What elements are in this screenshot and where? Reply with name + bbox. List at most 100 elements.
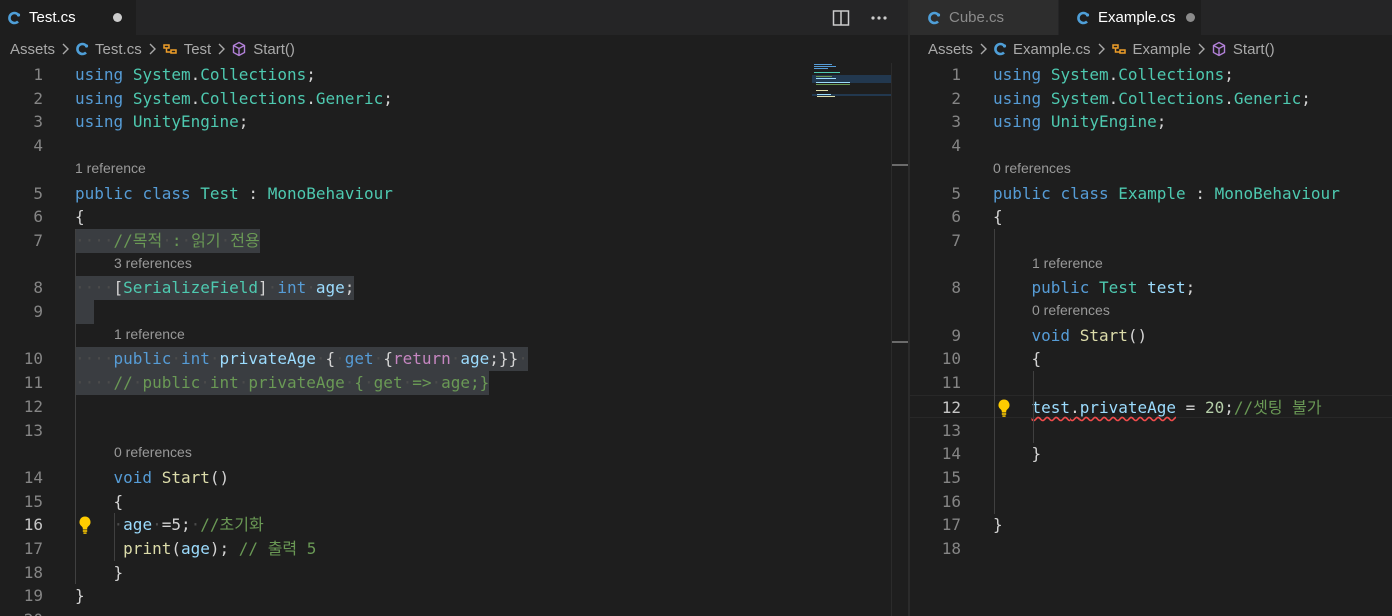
code-line[interactable]: 4 — [0, 134, 908, 158]
chevron-right-icon — [1197, 43, 1205, 55]
code-line[interactable]: 17} — [910, 513, 1392, 537]
code-line[interactable]: 9 void Start() — [910, 324, 1392, 348]
unsaved-dot-icon[interactable] — [113, 13, 122, 22]
breadcrumb-item[interactable]: Test — [184, 41, 212, 58]
code-line[interactable]: 5 public class Example : MonoBehaviour — [910, 182, 1392, 206]
indent-guide — [1033, 371, 1034, 443]
right-editor-group: Cube.cs Example.cs Assets Example.cs Exa… — [910, 0, 1392, 616]
code-line[interactable]: 16 ·age·=5;·//초기화 — [0, 513, 908, 537]
lightbulb-icon[interactable] — [996, 398, 1012, 418]
code-token: · — [267, 278, 278, 298]
code-line[interactable]: 7 ····//목적·:·읽기·전용 — [0, 228, 908, 253]
code-token: · — [190, 515, 201, 535]
line-number: 9 — [33, 302, 43, 321]
breadcrumb-item[interactable]: Assets — [928, 41, 973, 58]
code-line[interactable]: 12 — [0, 395, 908, 419]
tab-cube-cs[interactable]: Cube.cs — [910, 0, 1058, 35]
code-line[interactable]: 12 test.privateAge = 20;//셋팅 불가 — [910, 394, 1392, 419]
breadcrumb-item[interactable]: Example — [1133, 41, 1191, 58]
code-text: using System.Collections.Generic; — [75, 87, 393, 111]
code-line[interactable]: 19} — [0, 584, 908, 608]
code-line[interactable]: 15 — [910, 466, 1392, 490]
code-line[interactable]: 17 print(age); // 출력 5 — [0, 537, 908, 561]
code-text: using System.Collections; — [75, 63, 316, 87]
breadcrumb-item[interactable]: Start() — [1233, 41, 1275, 58]
codelens-references[interactable]: 1 reference — [114, 323, 185, 347]
breadcrumb-item[interactable]: Start() — [253, 41, 295, 58]
line-number: 4 — [33, 136, 43, 156]
breadcrumb-item[interactable]: Assets — [10, 41, 55, 58]
code-line[interactable]: 8 public Test test; — [910, 276, 1392, 300]
code-line[interactable]: 3 using UnityEngine; — [910, 110, 1392, 134]
code-text: { — [75, 490, 124, 514]
tab-test-cs[interactable]: Test.cs — [0, 0, 136, 35]
code-line[interactable]: 1 using System.Collections; — [0, 63, 908, 87]
code-token: public — [993, 183, 1051, 203]
vertical-scrollbar[interactable] — [891, 63, 908, 616]
code-line[interactable]: 18 } — [0, 561, 908, 585]
code-token: { — [383, 349, 393, 369]
code-editor[interactable]: 1 using System.Collections; 2 using System.… — [0, 63, 908, 616]
line-number: 7 — [33, 230, 43, 250]
code-token: using — [75, 65, 124, 84]
split-editor-icon[interactable] — [828, 5, 854, 31]
code-token: . — [190, 88, 201, 108]
code-line[interactable]: 13 — [0, 419, 908, 443]
code-line[interactable]: 11 ····//·public·int·privateAge·{·get·=>·… — [0, 371, 908, 395]
codelens-references[interactable]: 3 references — [114, 252, 192, 276]
codelens-references[interactable]: 1 reference — [75, 157, 146, 181]
left-tab-bar: Test.cs — [0, 0, 908, 35]
code-token: Collections — [200, 88, 307, 108]
code-line[interactable]: 6{ — [910, 205, 1392, 229]
code-text: void Start() — [75, 466, 230, 490]
codelens-references[interactable]: 0 references — [114, 441, 192, 465]
code-line[interactable]: 8 ····[SerializeField]·int·age; — [0, 276, 908, 300]
code-line[interactable]: 4 — [910, 134, 1392, 158]
codelens-references[interactable]: 0 references — [1032, 299, 1110, 323]
code-line[interactable]: 1 using System.Collections; — [910, 63, 1392, 87]
code-token: test — [1031, 397, 1071, 417]
unsaved-dot-icon[interactable] — [1186, 13, 1195, 22]
code-line[interactable]: 2 using System.Collections.Generic; — [910, 87, 1392, 111]
line-number: 5 — [33, 183, 43, 203]
code-line[interactable]: 18 — [910, 537, 1392, 561]
indent-guide — [75, 229, 76, 584]
codelens-references[interactable]: 0 references — [993, 157, 1071, 181]
codelens-references[interactable]: 1 reference — [1032, 252, 1103, 276]
code-line[interactable]: 5 public class Test : MonoBehaviour — [0, 182, 908, 206]
tab-example-cs[interactable]: Example.cs — [1059, 0, 1201, 35]
code-token: //초기화 — [200, 515, 264, 535]
code-editor[interactable]: 1 using System.Collections; 2 using System.… — [910, 63, 1392, 616]
code-line[interactable]: 3 using UnityEngine; — [0, 110, 908, 134]
breadcrumb-item[interactable]: Example.cs — [1013, 41, 1091, 58]
line-number: 6 — [951, 207, 961, 227]
breadcrumb-item[interactable]: Test.cs — [95, 41, 142, 58]
code-line[interactable]: 14 void Start() — [0, 466, 908, 490]
tab-label: Test.cs — [29, 9, 76, 26]
code-token: : — [171, 230, 182, 250]
code-line[interactable]: 14 } — [910, 442, 1392, 466]
minimap[interactable] — [812, 63, 892, 103]
code-line[interactable]: 6{ — [0, 205, 908, 229]
code-line[interactable]: 15 { — [0, 490, 908, 514]
code-line[interactable]: 16 — [910, 490, 1392, 514]
left-editor-group: Test.cs Assets Test.cs Test Start() 1 usi… — [0, 0, 908, 616]
code-token: // — [113, 373, 133, 393]
code-token: · — [181, 230, 192, 250]
tab-label: Cube.cs — [949, 9, 1005, 26]
class-symbol-icon — [1111, 41, 1127, 57]
code-line[interactable]: 20 — [0, 608, 908, 616]
code-line[interactable]: 11 — [910, 371, 1392, 395]
code-line[interactable]: 10 ····public·int·privateAge·{·get·{retur… — [0, 347, 908, 372]
code-line[interactable]: 13 — [910, 419, 1392, 443]
more-actions-icon[interactable] — [866, 5, 892, 31]
lightbulb-icon[interactable] — [77, 515, 93, 535]
code-token: privateAge — [248, 373, 345, 393]
code-line[interactable]: 2 using System.Collections.Generic; — [0, 87, 908, 111]
line-number: 3 — [33, 112, 43, 132]
code-line[interactable]: 9 — [0, 300, 908, 324]
code-line[interactable]: 10 { — [910, 347, 1392, 371]
code-line[interactable]: 7 — [910, 229, 1392, 253]
